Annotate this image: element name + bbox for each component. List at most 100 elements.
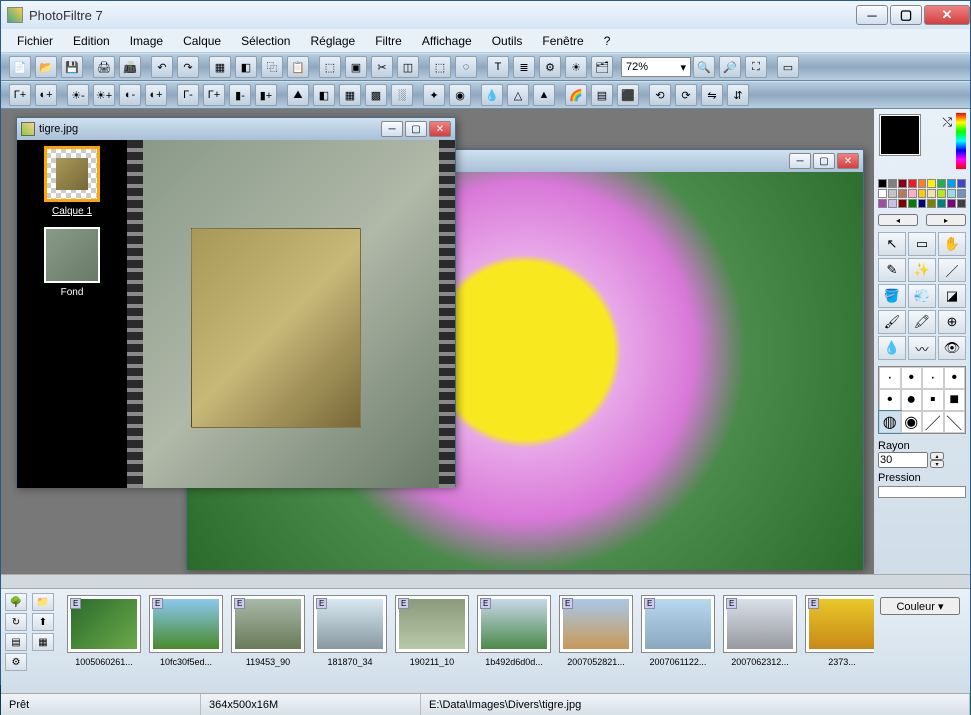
auto-contrast-icon[interactable]: ◐+ bbox=[35, 84, 57, 106]
sharpen-more-icon[interactable]: ▲ bbox=[533, 84, 555, 106]
layer-item-calque1[interactable]: Calque 1 bbox=[23, 146, 121, 217]
palette-swatch[interactable] bbox=[947, 189, 956, 198]
rotate-right-icon[interactable]: ⟳ bbox=[675, 84, 697, 106]
layers-icon[interactable]: ≣ bbox=[513, 56, 535, 78]
tiger-sepia-layer[interactable] bbox=[191, 228, 361, 428]
blur-icon[interactable]: 💧 bbox=[481, 84, 503, 106]
menu-fichier[interactable]: Fichier bbox=[7, 31, 63, 51]
palette-swatch[interactable] bbox=[937, 189, 946, 198]
resize-image-icon[interactable]: ⬚ bbox=[319, 56, 341, 78]
browser-up-icon[interactable]: ⬆ bbox=[32, 613, 54, 631]
contrast-plus-icon[interactable]: ◐+ bbox=[145, 84, 167, 106]
menu-edition[interactable]: Edition bbox=[63, 31, 120, 51]
gamma-plus-icon[interactable]: Γ+ bbox=[203, 84, 225, 106]
swap-colors-icon[interactable]: ⤭ bbox=[942, 115, 952, 130]
palette-swatch[interactable] bbox=[878, 189, 887, 198]
brush-size-8[interactable]: ■ bbox=[944, 389, 966, 411]
doc2-horizontal-scrollbar[interactable] bbox=[1, 574, 970, 588]
photomask-icon[interactable]: ⬛ bbox=[617, 84, 639, 106]
dust-icon[interactable]: ✦ bbox=[423, 84, 445, 106]
doc1-titlebar[interactable]: tigre.jpg ─ ▢ ✕ bbox=[17, 118, 455, 140]
menu-selection[interactable]: Sélection bbox=[231, 31, 300, 51]
palette-prev-button[interactable]: ◂ bbox=[878, 214, 918, 226]
sharpen-icon[interactable]: △ bbox=[507, 84, 529, 106]
palette-swatch[interactable] bbox=[918, 189, 927, 198]
undo-icon[interactable]: ↶ bbox=[151, 56, 173, 78]
menu-help[interactable]: ? bbox=[594, 31, 621, 51]
thumbnail-item[interactable]: 1005060261... bbox=[67, 595, 141, 687]
browser-options-icon[interactable]: ⚙ bbox=[5, 653, 27, 671]
thumbnail-item[interactable]: 181870_34 bbox=[313, 595, 387, 687]
brush-size-5[interactable]: • bbox=[879, 389, 901, 411]
menu-reglage[interactable]: Réglage bbox=[300, 31, 365, 51]
palette-swatch[interactable] bbox=[918, 179, 927, 188]
palette-swatch[interactable] bbox=[878, 179, 887, 188]
browser-refresh-icon[interactable]: ↻ bbox=[5, 613, 27, 631]
soften-icon[interactable]: ◉ bbox=[449, 84, 471, 106]
palette-swatch[interactable] bbox=[937, 199, 946, 208]
redeye-tool[interactable]: 👁 bbox=[938, 336, 966, 360]
rayon-up-button[interactable]: ▴ bbox=[930, 452, 944, 460]
dither-icon[interactable]: ░ bbox=[391, 84, 413, 106]
window-close-button[interactable]: ✕ bbox=[924, 5, 970, 25]
zoom-out-icon[interactable]: 🔍 bbox=[693, 56, 715, 78]
flip-h-icon[interactable]: ⇋ bbox=[701, 84, 723, 106]
paste-icon[interactable]: 📋 bbox=[287, 56, 309, 78]
palette-swatch[interactable] bbox=[888, 179, 897, 188]
palette-swatch[interactable] bbox=[957, 189, 966, 198]
fullscreen-icon[interactable]: ▭ bbox=[777, 56, 799, 78]
palette-swatch[interactable] bbox=[908, 199, 917, 208]
saturation-minus-icon[interactable]: ▮- bbox=[229, 84, 251, 106]
thumbnail-item[interactable]: 119453_90 bbox=[231, 595, 305, 687]
palette-swatch[interactable] bbox=[937, 179, 946, 188]
palette-swatch[interactable] bbox=[927, 199, 936, 208]
menu-filtre[interactable]: Filtre bbox=[365, 31, 412, 51]
color-spectrum[interactable] bbox=[956, 113, 966, 169]
brush-size-7[interactable]: ▪ bbox=[922, 389, 944, 411]
line-tool[interactable]: ／ bbox=[938, 258, 966, 282]
doc2-maximize-button[interactable]: ▢ bbox=[813, 153, 835, 169]
browser-tree-icon[interactable]: 🌳 bbox=[5, 593, 27, 611]
thumbnail-item[interactable]: 2007062312... bbox=[723, 595, 797, 687]
palette-next-button[interactable]: ▸ bbox=[926, 214, 966, 226]
automation-icon[interactable]: ⚙ bbox=[539, 56, 561, 78]
palette-swatch[interactable] bbox=[878, 199, 887, 208]
print-icon[interactable]: 🖨 bbox=[93, 56, 115, 78]
histogram-icon[interactable]: ⛰ bbox=[287, 84, 309, 106]
thumbnail-item[interactable]: 2007052821... bbox=[559, 595, 633, 687]
eraser-tool[interactable]: ◪ bbox=[938, 284, 966, 308]
palette-swatch[interactable] bbox=[888, 189, 897, 198]
menu-affichage[interactable]: Affichage bbox=[412, 31, 482, 51]
brush-size-1[interactable]: · bbox=[879, 367, 901, 389]
crop-icon[interactable]: ✂ bbox=[371, 56, 393, 78]
foreground-color-swatch[interactable] bbox=[880, 115, 920, 155]
thumbnail-item[interactable]: 10fc30f5ed... bbox=[149, 595, 223, 687]
zoom-combo[interactable]: 72% bbox=[621, 57, 691, 77]
image-view[interactable] bbox=[143, 140, 439, 488]
thumbnail-item[interactable]: 190211_10 bbox=[395, 595, 469, 687]
brush-tool[interactable]: 🖌 bbox=[878, 310, 906, 334]
layer-item-fond[interactable]: Fond bbox=[23, 227, 121, 298]
rgb-icon[interactable]: ▦ bbox=[209, 56, 231, 78]
redo-icon[interactable]: ↷ bbox=[177, 56, 199, 78]
eyedropper-tool[interactable]: ✎ bbox=[878, 258, 906, 282]
contrast-minus-icon[interactable]: ◐- bbox=[119, 84, 141, 106]
gradient-icon[interactable]: ▤ bbox=[591, 84, 613, 106]
advanced-brush-tool[interactable]: 🖍 bbox=[908, 310, 936, 334]
palette-swatch[interactable] bbox=[908, 179, 917, 188]
spray-tool[interactable]: 💨 bbox=[908, 284, 936, 308]
wand-tool[interactable]: ✨ bbox=[908, 258, 936, 282]
document-window-tigre[interactable]: tigre.jpg ─ ▢ ✕ Calque 1 bbox=[16, 117, 456, 487]
hand-tool[interactable]: ✋ bbox=[938, 232, 966, 256]
save-file-icon[interactable]: 💾 bbox=[61, 56, 83, 78]
auto-levels-icon[interactable]: Γ+ bbox=[9, 84, 31, 106]
menu-outils[interactable]: Outils bbox=[482, 31, 533, 51]
rotate-left-icon[interactable]: ⟲ bbox=[649, 84, 671, 106]
palette-swatch[interactable] bbox=[888, 199, 897, 208]
doc1-close-button[interactable]: ✕ bbox=[429, 121, 451, 137]
brightness-minus-icon[interactable]: ☀- bbox=[67, 84, 89, 106]
brush-size-12[interactable]: ＼ bbox=[944, 411, 966, 433]
new-file-icon[interactable]: 📄 bbox=[9, 56, 31, 78]
blur-tool[interactable]: 💧 bbox=[878, 336, 906, 360]
browser-folder-icon[interactable]: 📁 bbox=[32, 593, 54, 611]
